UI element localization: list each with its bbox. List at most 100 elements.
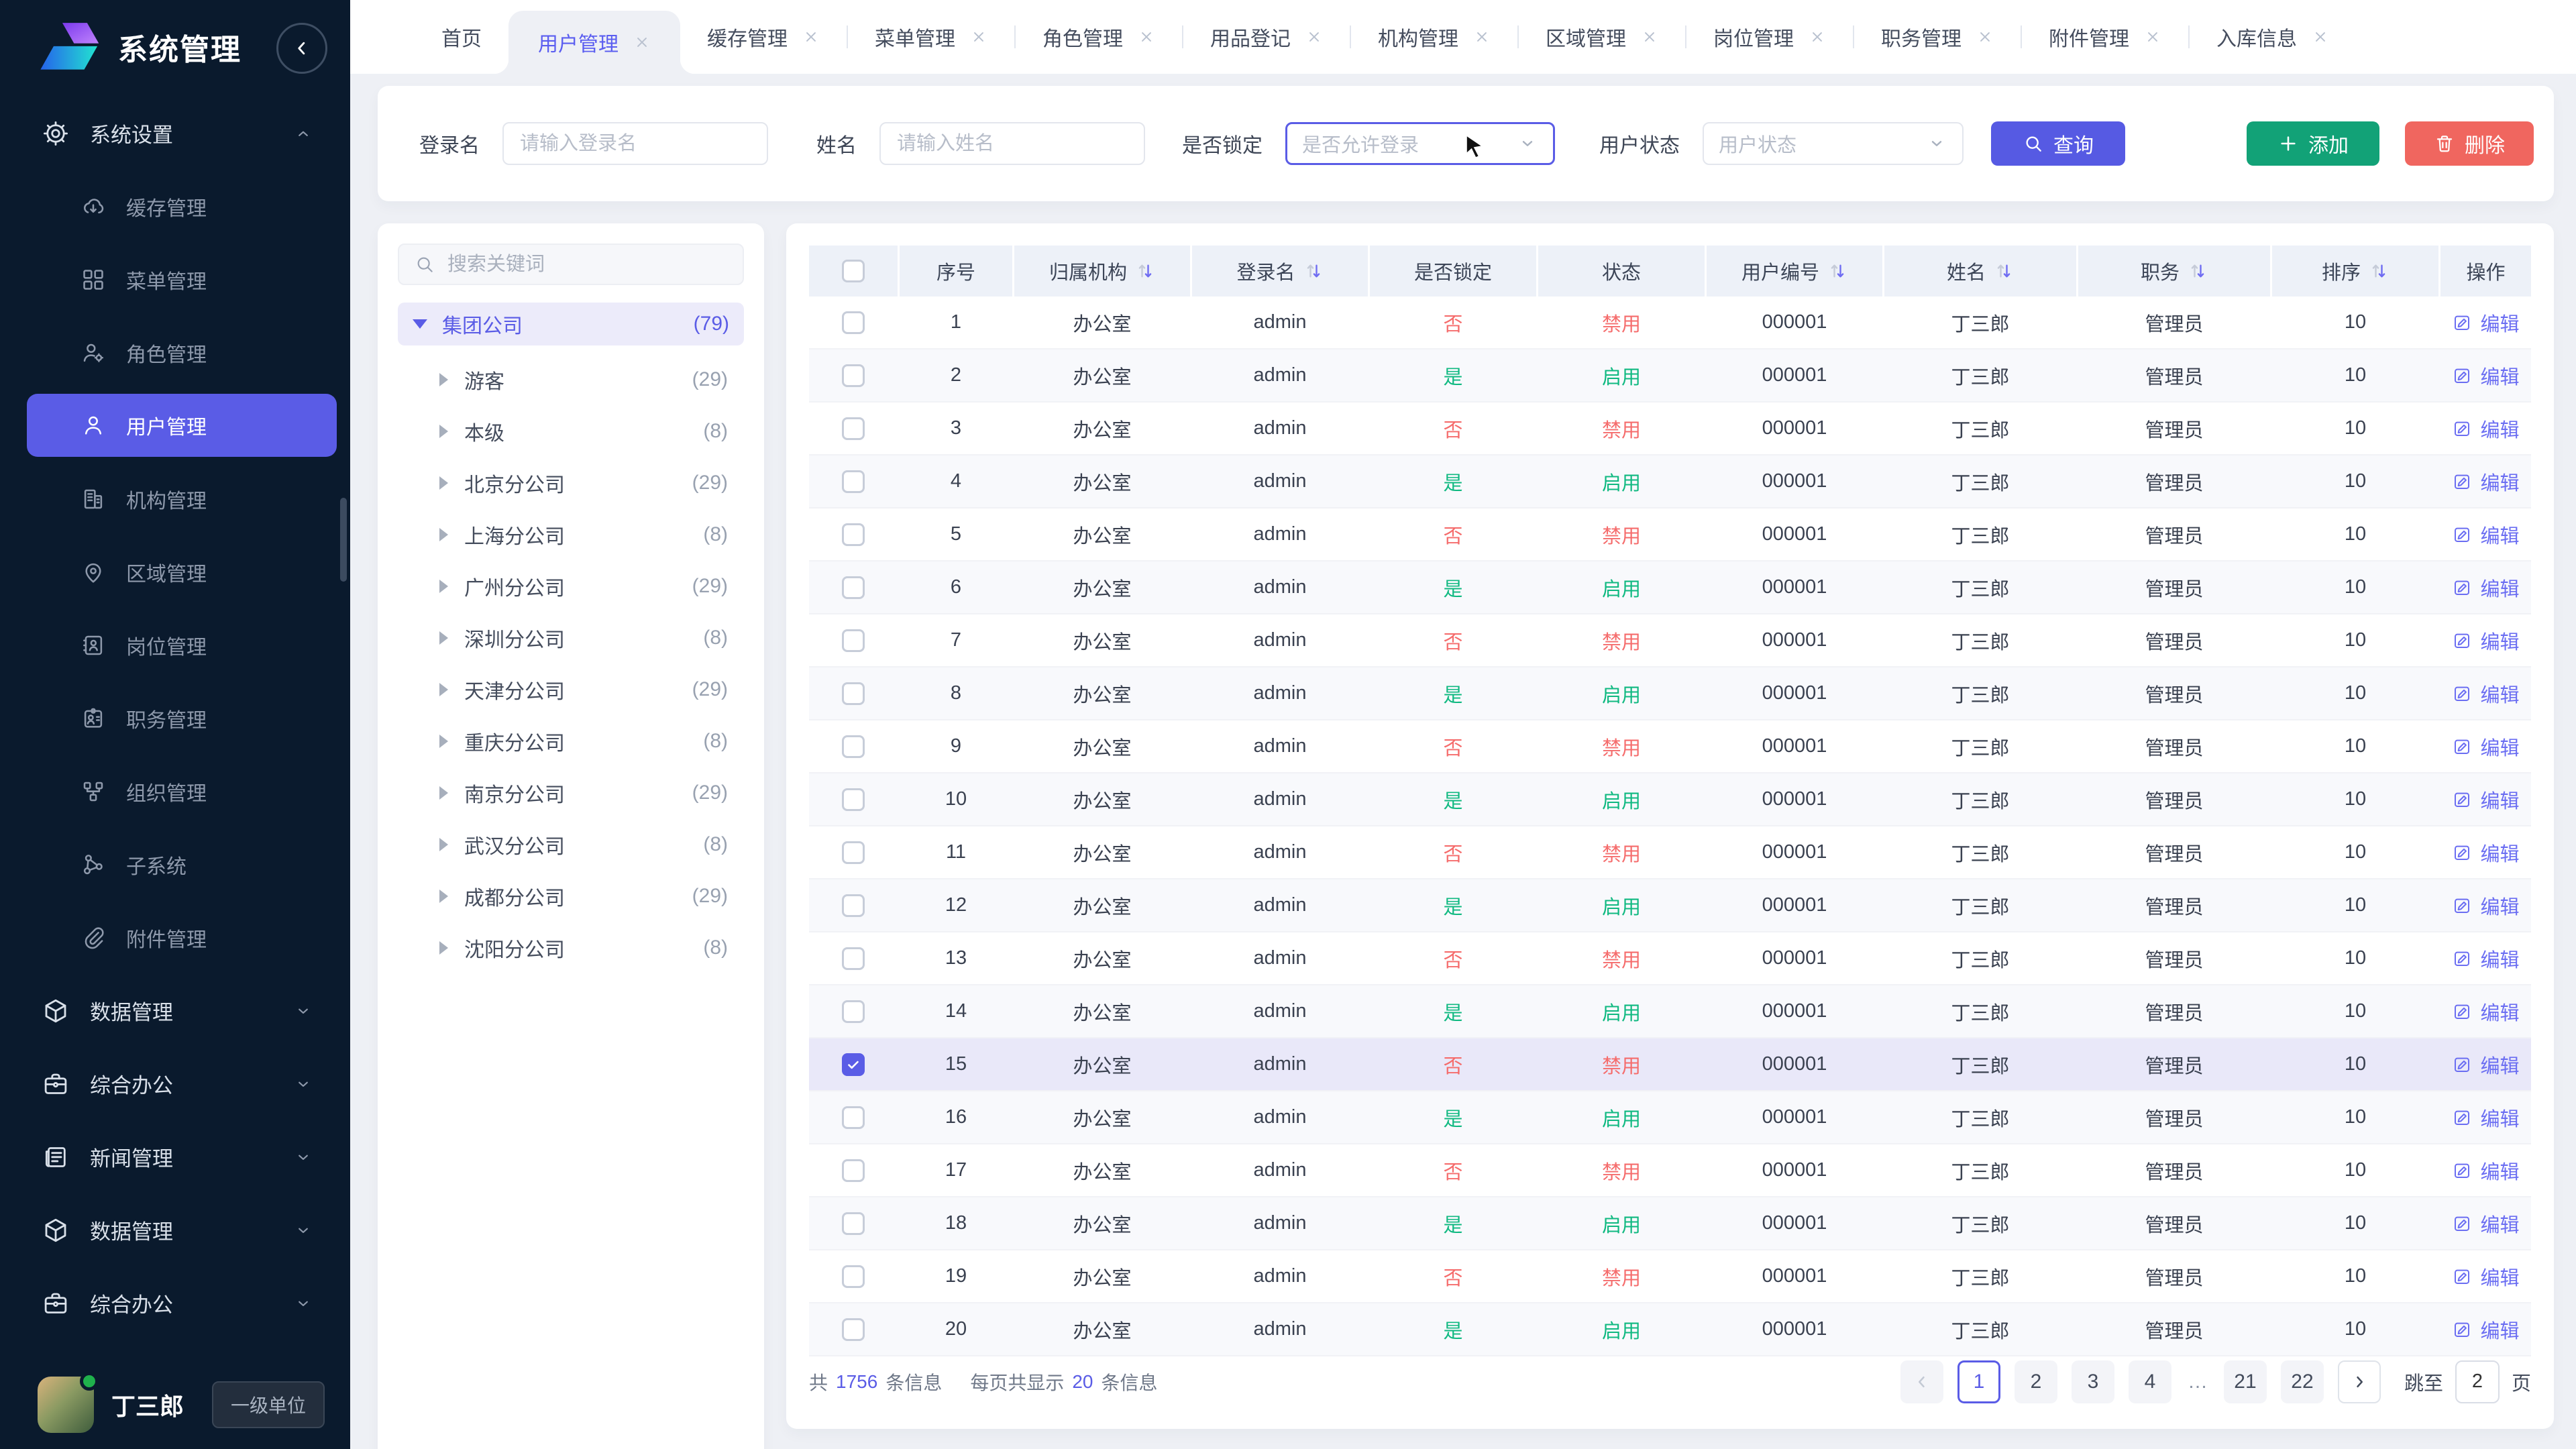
search-button[interactable]: 查询 [1991,121,2125,166]
tab-close-icon[interactable] [1976,28,1994,46]
tab-attachment-mgmt[interactable]: 附件管理 [2022,0,2188,74]
edit-row-button[interactable]: 编辑 [2452,892,2519,920]
jump-page-input[interactable] [2455,1360,2500,1403]
sidebar-item-user-mgmt[interactable]: 用户管理 [27,394,337,457]
sidebar-scrollbar-thumb[interactable] [340,498,347,582]
row-checkbox[interactable] [842,576,865,599]
page-button-1[interactable]: 1 [1957,1360,2000,1403]
tab-close-icon[interactable] [2144,28,2161,46]
row-checkbox[interactable] [842,947,865,970]
tab-inbound-info[interactable]: 入库信息 [2190,0,2356,74]
row-checkbox[interactable] [842,311,865,334]
tab-close-icon[interactable] [1641,28,1658,46]
sidebar-item-position-mgmt[interactable]: 职务管理 [0,682,350,755]
locked-filter-select[interactable]: 是否允许登录 [1285,122,1555,165]
row-checkbox[interactable] [842,1053,865,1076]
column-header-org[interactable]: 归属机构 [1014,246,1190,297]
status-filter-select[interactable]: 用户状态 [1703,122,1964,165]
edit-row-button[interactable]: 编辑 [2452,1157,2519,1185]
sidebar-item-organization-mgmt[interactable]: 组织管理 [0,755,350,828]
tab-institution-mgmt[interactable]: 机构管理 [1351,0,1517,74]
row-checkbox[interactable] [842,470,865,493]
page-button-21[interactable]: 21 [2224,1360,2267,1403]
sidebar-item-region-mgmt[interactable]: 区域管理 [0,535,350,608]
edit-row-button[interactable]: 编辑 [2452,839,2519,867]
edit-row-button[interactable]: 编辑 [2452,998,2519,1026]
tree-node-shenzhen-branch[interactable]: 深圳分公司(8) [398,612,744,663]
row-checkbox[interactable] [842,629,865,652]
sidebar-item-data-mgmt[interactable]: 数据管理 [0,974,350,1047]
edit-row-button[interactable]: 编辑 [2452,786,2519,814]
tree-node-chengdu-branch[interactable]: 成都分公司(29) [398,870,744,922]
tab-post-mgmt[interactable]: 岗位管理 [1686,0,1853,74]
sidebar-item-news-mgmt[interactable]: 新闻管理 [0,1120,350,1193]
sidebar-item-data-mgmt-2[interactable]: 数据管理 [0,1193,350,1267]
edit-row-button[interactable]: 编辑 [2452,627,2519,655]
column-header-user_no[interactable]: 用户编号 [1707,246,1882,297]
avatar[interactable] [38,1377,94,1433]
sidebar-item-menu-mgmt[interactable]: 菜单管理 [0,243,350,316]
edit-row-button[interactable]: 编辑 [2452,1263,2519,1291]
tab-close-icon[interactable] [1305,28,1323,46]
tree-node-beijing-branch[interactable]: 北京分公司(29) [398,457,744,508]
tree-search-input[interactable] [447,254,728,276]
prev-page-button[interactable] [1900,1360,1943,1403]
column-header-title[interactable]: 职务 [2078,246,2270,297]
column-header-name[interactable]: 姓名 [1884,246,2076,297]
tab-close-icon[interactable] [802,28,820,46]
edit-row-button[interactable]: 编辑 [2452,521,2519,549]
edit-row-button[interactable]: 编辑 [2452,1316,2519,1344]
page-button-2[interactable]: 2 [2015,1360,2057,1403]
edit-row-button[interactable]: 编辑 [2452,680,2519,708]
edit-row-button[interactable]: 编辑 [2452,945,2519,973]
add-button[interactable]: 添加 [2247,121,2379,166]
edit-row-button[interactable]: 编辑 [2452,574,2519,602]
row-checkbox[interactable] [842,523,865,546]
row-checkbox[interactable] [842,1106,865,1129]
sidebar-collapse-button[interactable] [276,23,327,74]
page-button-4[interactable]: 4 [2129,1360,2171,1403]
edit-row-button[interactable]: 编辑 [2452,733,2519,761]
tree-node-tianjin-branch[interactable]: 天津分公司(29) [398,663,744,715]
next-page-button[interactable] [2338,1360,2381,1403]
row-checkbox[interactable] [842,841,865,864]
tab-menu-mgmt[interactable]: 菜单管理 [848,0,1014,74]
tab-role-mgmt[interactable]: 角色管理 [1016,0,1182,74]
tab-close-icon[interactable] [970,28,987,46]
tab-position-mgmt[interactable]: 职务管理 [1854,0,2021,74]
sidebar-item-general-office-2[interactable]: 综合办公 [0,1267,350,1340]
tab-supplies-register[interactable]: 用品登记 [1183,0,1350,74]
tree-node-shenyang-branch[interactable]: 沈阳分公司(8) [398,922,744,973]
edit-row-button[interactable]: 编辑 [2452,1104,2519,1132]
tree-node-group-company[interactable]: 集团公司 (79) [398,303,744,345]
edit-row-button[interactable]: 编辑 [2452,468,2519,496]
sidebar-item-attachment-mgmt[interactable]: 附件管理 [0,901,350,974]
tab-close-icon[interactable] [633,34,651,51]
sidebar-item-subsystem[interactable]: 子系统 [0,828,350,901]
row-checkbox[interactable] [842,735,865,758]
row-checkbox[interactable] [842,682,865,705]
unit-badge-button[interactable]: 一级单位 [212,1381,325,1428]
sidebar-item-institution-mgmt[interactable]: 机构管理 [0,462,350,535]
tab-cache-mgmt[interactable]: 缓存管理 [680,0,847,74]
row-checkbox[interactable] [842,1000,865,1023]
page-button-22[interactable]: 22 [2281,1360,2324,1403]
delete-button[interactable]: 删除 [2405,121,2534,166]
row-checkbox[interactable] [842,1212,865,1235]
row-checkbox[interactable] [842,1318,865,1341]
page-button-3[interactable]: 3 [2072,1360,2114,1403]
sidebar-item-post-mgmt[interactable]: 岗位管理 [0,608,350,682]
row-checkbox[interactable] [842,364,865,387]
tab-close-icon[interactable] [1138,28,1155,46]
tab-region-mgmt[interactable]: 区域管理 [1519,0,1685,74]
edit-row-button[interactable]: 编辑 [2452,1210,2519,1238]
row-checkbox[interactable] [842,1159,865,1182]
tree-node-local[interactable]: 本级(8) [398,405,744,457]
edit-row-button[interactable]: 编辑 [2452,415,2519,443]
login-filter-input[interactable] [502,122,768,165]
sidebar-item-system-settings[interactable]: 系统设置 [0,97,350,170]
sidebar-item-general-office[interactable]: 综合办公 [0,1047,350,1120]
tab-user-mgmt[interactable]: 用户管理 [508,11,680,74]
row-checkbox[interactable] [842,788,865,811]
select-all-checkbox[interactable] [842,260,865,282]
